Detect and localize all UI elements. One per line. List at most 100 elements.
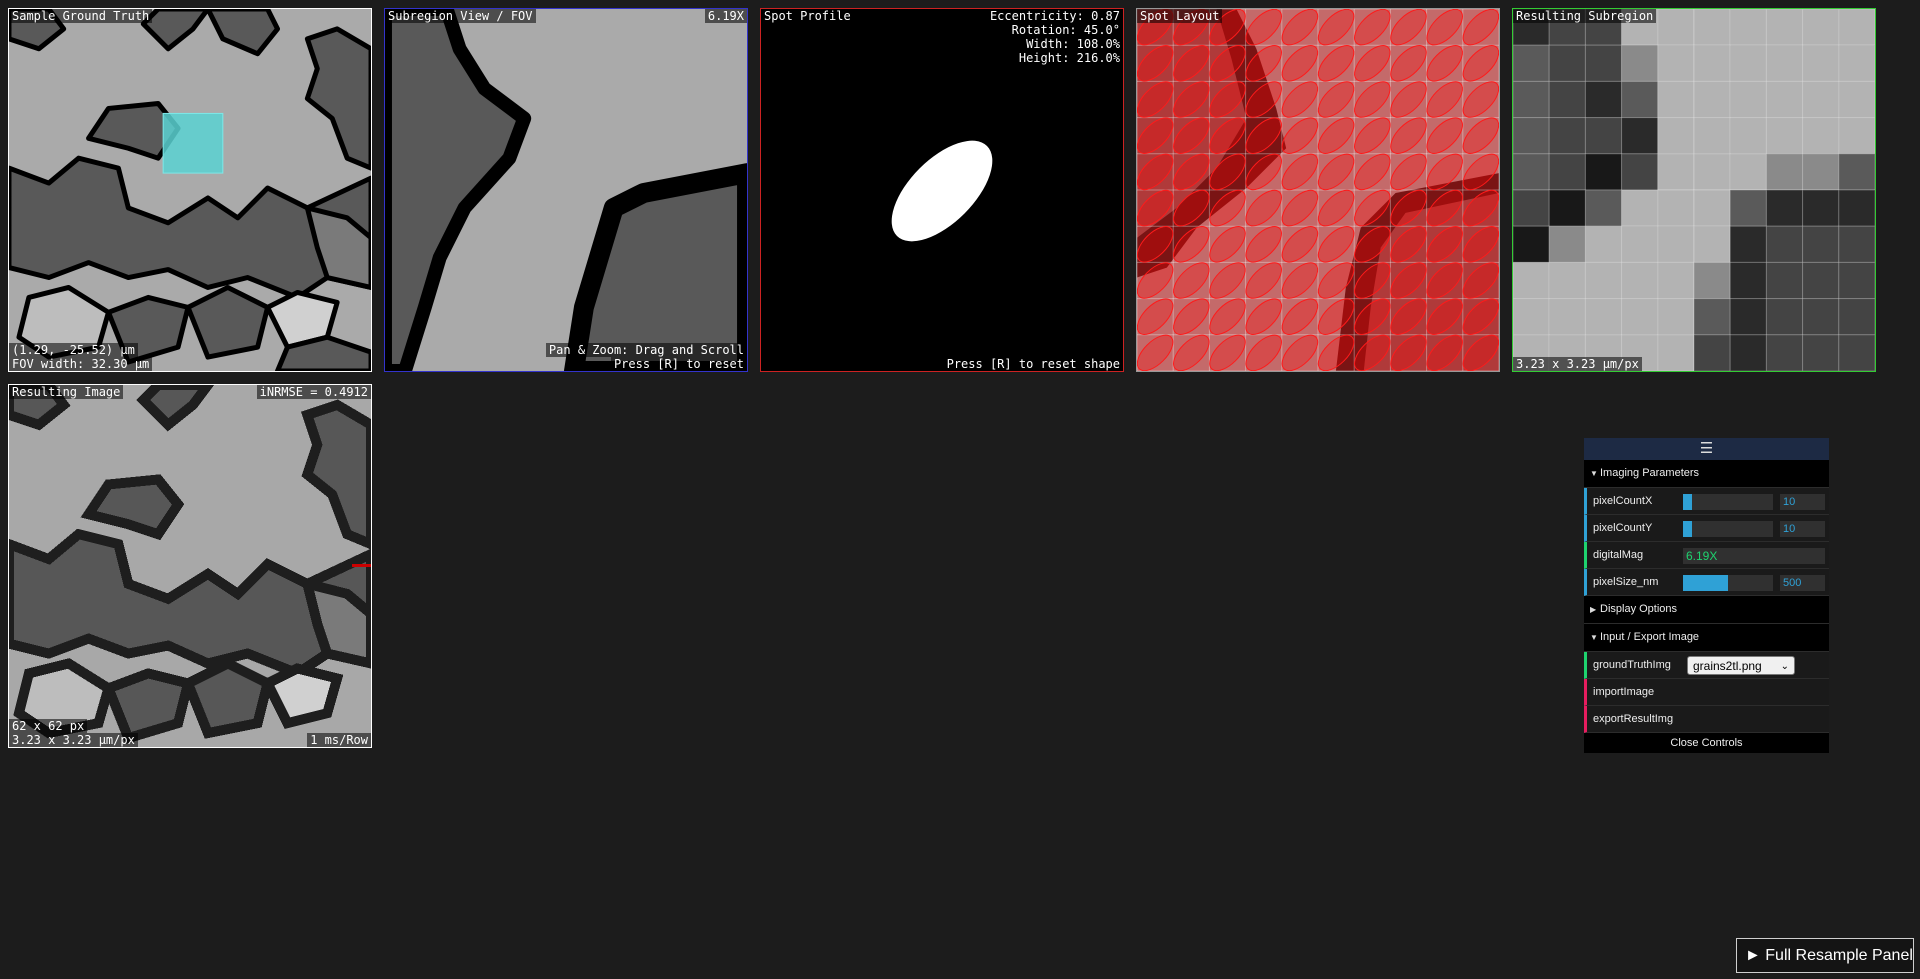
- result-pixel: [1802, 225, 1840, 263]
- image-dimensions: 62 x 62 px: [9, 719, 88, 733]
- resulting-image-panel[interactable]: Resulting Image iNRMSE = 0.4912 62 x 62 …: [8, 384, 372, 748]
- eccentricity-readout: Eccentricity: 0.87: [989, 9, 1120, 23]
- result-pixel: [1621, 189, 1659, 227]
- result-pixel: [1802, 153, 1840, 191]
- ground-truth-title: Sample Ground Truth: [9, 9, 153, 23]
- result-pixel: [1802, 261, 1840, 300]
- spot-layout-image: [1137, 9, 1499, 371]
- export-result-button[interactable]: exportResultImg: [1584, 706, 1829, 733]
- result-pixel: [1729, 225, 1767, 263]
- result-pixel: [1548, 153, 1586, 191]
- result-pixel: [1693, 117, 1731, 155]
- result-pixel: [1513, 189, 1550, 227]
- result-pixel: [1838, 80, 1875, 119]
- control-label: pixelSize_nm: [1593, 576, 1659, 588]
- reset-shape-hint: Press [R] to reset shape: [946, 357, 1120, 371]
- result-pixel: [1765, 189, 1804, 227]
- spot-layout-panel[interactable]: Spot Layout: [1136, 8, 1500, 372]
- folder-label: Display Options: [1600, 603, 1678, 615]
- pixel-size-input[interactable]: 500: [1780, 575, 1825, 591]
- hamburger-icon[interactable]: ☰: [1584, 438, 1829, 460]
- result-pixel: [1621, 153, 1659, 191]
- result-pixel: [1802, 298, 1840, 336]
- control-label: importImage: [1593, 686, 1655, 698]
- result-pixel: [1513, 153, 1550, 191]
- timing-readout: 1 ms/Row: [307, 733, 371, 747]
- result-pixel: [1548, 261, 1586, 300]
- ground-truth-img-select[interactable]: grains2tl.png ⌄: [1687, 656, 1795, 675]
- pixel-count-y-input[interactable]: 10: [1780, 521, 1825, 537]
- pixel-count-x-slider[interactable]: [1683, 494, 1773, 510]
- result-pixel: [1838, 9, 1875, 46]
- width-readout: Width: 108.0%: [1026, 37, 1120, 51]
- result-pixel: [1584, 261, 1623, 300]
- result-pixel: [1838, 153, 1875, 191]
- result-pixel: [1838, 225, 1875, 263]
- resulting-image-title: Resulting Image: [9, 385, 124, 399]
- resulting-image: [9, 385, 371, 747]
- inrmse-readout: iNRMSE = 0.4912: [256, 385, 371, 399]
- input-export-folder[interactable]: ▼ Input / Export Image: [1584, 624, 1829, 652]
- result-pixel: [1584, 225, 1623, 263]
- result-pixel: [1838, 189, 1875, 227]
- result-pixel: [1657, 189, 1695, 227]
- close-controls-button[interactable]: Close Controls: [1584, 733, 1829, 753]
- cursor-coordinates: (1.29, -25.52) µm: [9, 343, 138, 357]
- spot-profile-title: Spot Profile: [764, 9, 851, 23]
- image-pixel-size: 3.23 x 3.23 µm/px: [9, 733, 138, 747]
- digital-mag-input[interactable]: 6.19X: [1683, 548, 1825, 564]
- result-pixel: [1657, 225, 1695, 263]
- controls-panel: ☰ ▼ Imaging Parameters pixelCountX 10 pix…: [1584, 438, 1829, 753]
- folder-label: Input / Export Image: [1600, 631, 1700, 643]
- result-pixel: [1693, 261, 1731, 300]
- pixel-count-x-input[interactable]: 10: [1780, 494, 1825, 510]
- result-pixel: [1657, 117, 1695, 155]
- control-label: pixelCountX: [1593, 495, 1653, 507]
- magnification-readout: 6.19X: [704, 9, 747, 23]
- subregion-image: [385, 9, 747, 371]
- imaging-parameters-folder[interactable]: ▼ Imaging Parameters: [1584, 460, 1829, 488]
- result-pixel: [1621, 44, 1659, 82]
- result-pixel: [1693, 189, 1731, 227]
- result-pixel: [1838, 44, 1875, 82]
- current-row-marker: [352, 564, 371, 567]
- result-pixel: [1548, 189, 1586, 227]
- pan-zoom-hint: Pan & Zoom: Drag and Scroll: [545, 343, 747, 357]
- spot-profile-panel[interactable]: Spot Profile Eccentricity: 0.87 Rotation…: [760, 8, 1124, 372]
- subregion-panel[interactable]: Subregion View / FOV 6.19X Pan & Zoom: D…: [384, 8, 748, 372]
- result-pixel: [1765, 9, 1804, 46]
- control-label: pixelCountY: [1593, 522, 1653, 534]
- display-options-folder[interactable]: ▶ Display Options: [1584, 596, 1829, 624]
- result-pixel: [1802, 80, 1840, 119]
- resulting-subregion-panel[interactable]: Resulting Subregion 3.23 x 3.23 µm/px: [1512, 8, 1876, 372]
- ground-truth-panel[interactable]: Sample Ground Truth (1.29, -25.52) µm FO…: [8, 8, 372, 372]
- result-pixel: [1513, 44, 1550, 82]
- ground-truth-img-control: groundTruthImg grains2tl.png ⌄: [1584, 652, 1829, 679]
- result-pixel: [1693, 9, 1731, 46]
- result-pixel: [1693, 225, 1731, 263]
- pixel-size-slider[interactable]: [1683, 575, 1773, 591]
- result-pixel: [1693, 80, 1731, 119]
- full-resample-panel-button[interactable]: ► Full Resample Panel: [1736, 938, 1914, 973]
- result-pixel: [1584, 117, 1623, 155]
- control-label: exportResultImg: [1593, 713, 1674, 725]
- result-pixel: [1657, 9, 1695, 46]
- import-image-button[interactable]: importImage: [1584, 679, 1829, 706]
- result-pixel: [1621, 80, 1659, 119]
- result-pixel: [1621, 261, 1659, 300]
- pixel-count-x-control: pixelCountX 10: [1584, 488, 1829, 515]
- result-pixel: [1584, 80, 1623, 119]
- pixel-count-y-slider[interactable]: [1683, 521, 1773, 537]
- fov-width-readout: FOV width: 32.30 µm: [9, 357, 153, 371]
- pixel-size-control: pixelSize_nm 500: [1584, 569, 1829, 596]
- subregion-pixel-size: 3.23 x 3.23 µm/px: [1513, 357, 1642, 371]
- subregion-title: Subregion View / FOV: [385, 9, 536, 23]
- reset-hint: Press [R] to reset: [610, 357, 747, 371]
- result-pixel: [1729, 9, 1767, 46]
- result-pixel: [1729, 80, 1767, 119]
- result-pixel: [1765, 261, 1804, 300]
- result-pixel: [1838, 334, 1875, 371]
- result-pixel: [1548, 117, 1586, 155]
- pixel-count-y-control: pixelCountY 10: [1584, 515, 1829, 542]
- result-pixel: [1729, 44, 1767, 82]
